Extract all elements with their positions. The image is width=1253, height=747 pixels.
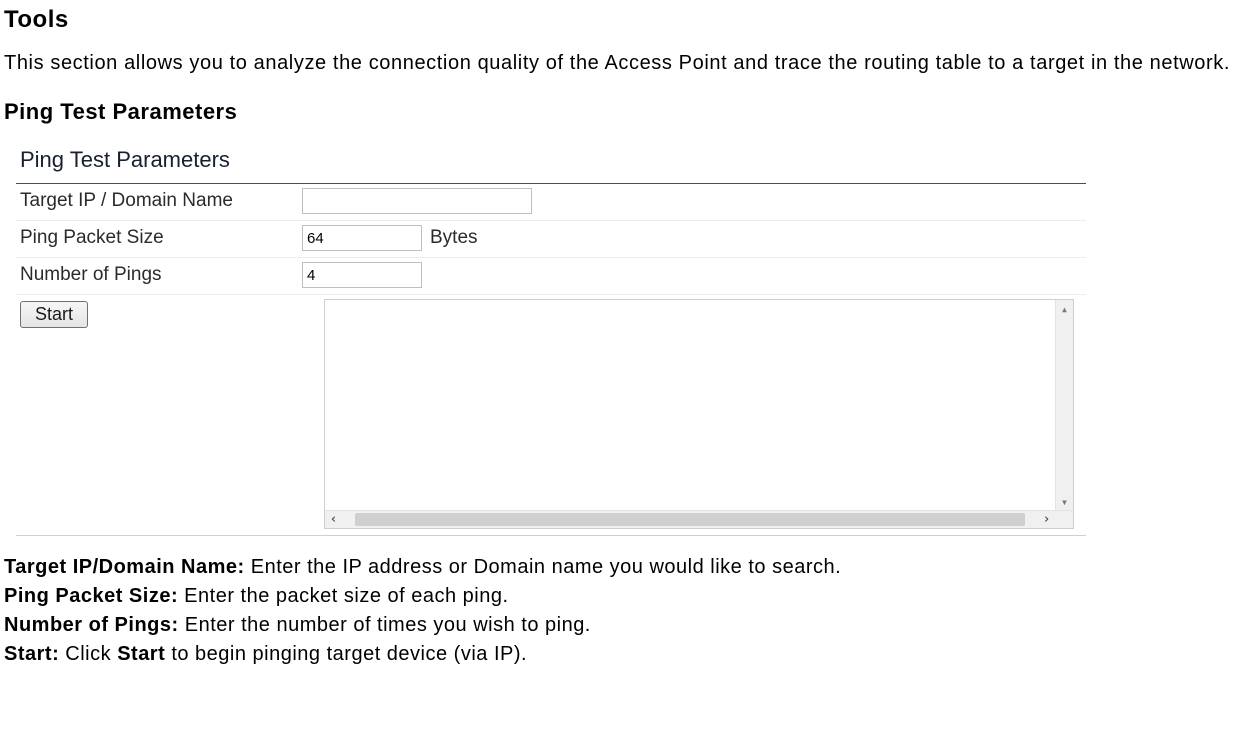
row-packet-size: Ping Packet Size Bytes (16, 221, 1086, 258)
row-target: Target IP / Domain Name (16, 184, 1086, 221)
desc-target-text: Enter the IP address or Domain name you … (245, 556, 841, 578)
desc-count-text: Enter the number of times you wish to pi… (179, 614, 591, 636)
scroll-down-icon[interactable]: ▾ (1056, 493, 1073, 510)
packet-size-unit: Bytes (420, 221, 1086, 255)
page-intro: This section allows you to analyze the c… (4, 52, 1249, 75)
desc-start-post: to begin pinging target device (via IP). (165, 643, 527, 665)
desc-target: Target IP/Domain Name: Enter the IP addr… (4, 556, 1249, 579)
desc-start-pre: Click (59, 643, 117, 665)
desc-target-term: Target IP/Domain Name: (4, 556, 245, 578)
start-button[interactable]: Start (20, 301, 88, 328)
scroll-up-icon[interactable]: ▴ (1056, 300, 1073, 317)
desc-size: Ping Packet Size: Enter the packet size … (4, 585, 1249, 608)
label-target: Target IP / Domain Name (16, 184, 302, 218)
desc-count: Number of Pings: Enter the number of tim… (4, 614, 1249, 637)
section-heading: Ping Test Parameters (4, 99, 1249, 125)
scroll-right-icon[interactable]: › (1038, 511, 1055, 528)
scroll-left-icon[interactable]: ‹ (325, 511, 342, 528)
ping-results-text (325, 300, 1055, 510)
vertical-scrollbar[interactable]: ▴ ▾ (1055, 300, 1073, 510)
desc-start-bold: Start (117, 643, 165, 665)
row-start: Start ▴ ▾ ‹ › (16, 295, 1086, 535)
ping-count-input[interactable] (302, 262, 422, 288)
desc-start-term: Start: (4, 643, 59, 665)
desc-size-text: Enter the packet size of each ping. (178, 585, 508, 607)
panel-title: Ping Test Parameters (20, 147, 230, 172)
horizontal-scrollbar[interactable]: ‹ › (325, 510, 1073, 528)
label-ping-count: Number of Pings (16, 258, 302, 292)
page-title: Tools (4, 6, 1249, 34)
desc-start: Start: Click Start to begin pinging targ… (4, 643, 1249, 666)
target-ip-input[interactable] (302, 188, 532, 214)
row-ping-count: Number of Pings (16, 258, 1086, 295)
desc-count-term: Number of Pings: (4, 614, 179, 636)
scroll-corner (1056, 511, 1073, 528)
panel-header: Ping Test Parameters (16, 139, 1086, 184)
ping-test-panel: Ping Test Parameters Target IP / Domain … (16, 139, 1086, 536)
label-packet-size: Ping Packet Size (16, 221, 302, 255)
packet-size-input[interactable] (302, 225, 422, 251)
field-descriptions: Target IP/Domain Name: Enter the IP addr… (4, 556, 1249, 666)
hscroll-thumb[interactable] (355, 513, 1025, 526)
desc-size-term: Ping Packet Size: (4, 585, 178, 607)
ping-results-box[interactable]: ▴ ▾ ‹ › (324, 299, 1074, 529)
